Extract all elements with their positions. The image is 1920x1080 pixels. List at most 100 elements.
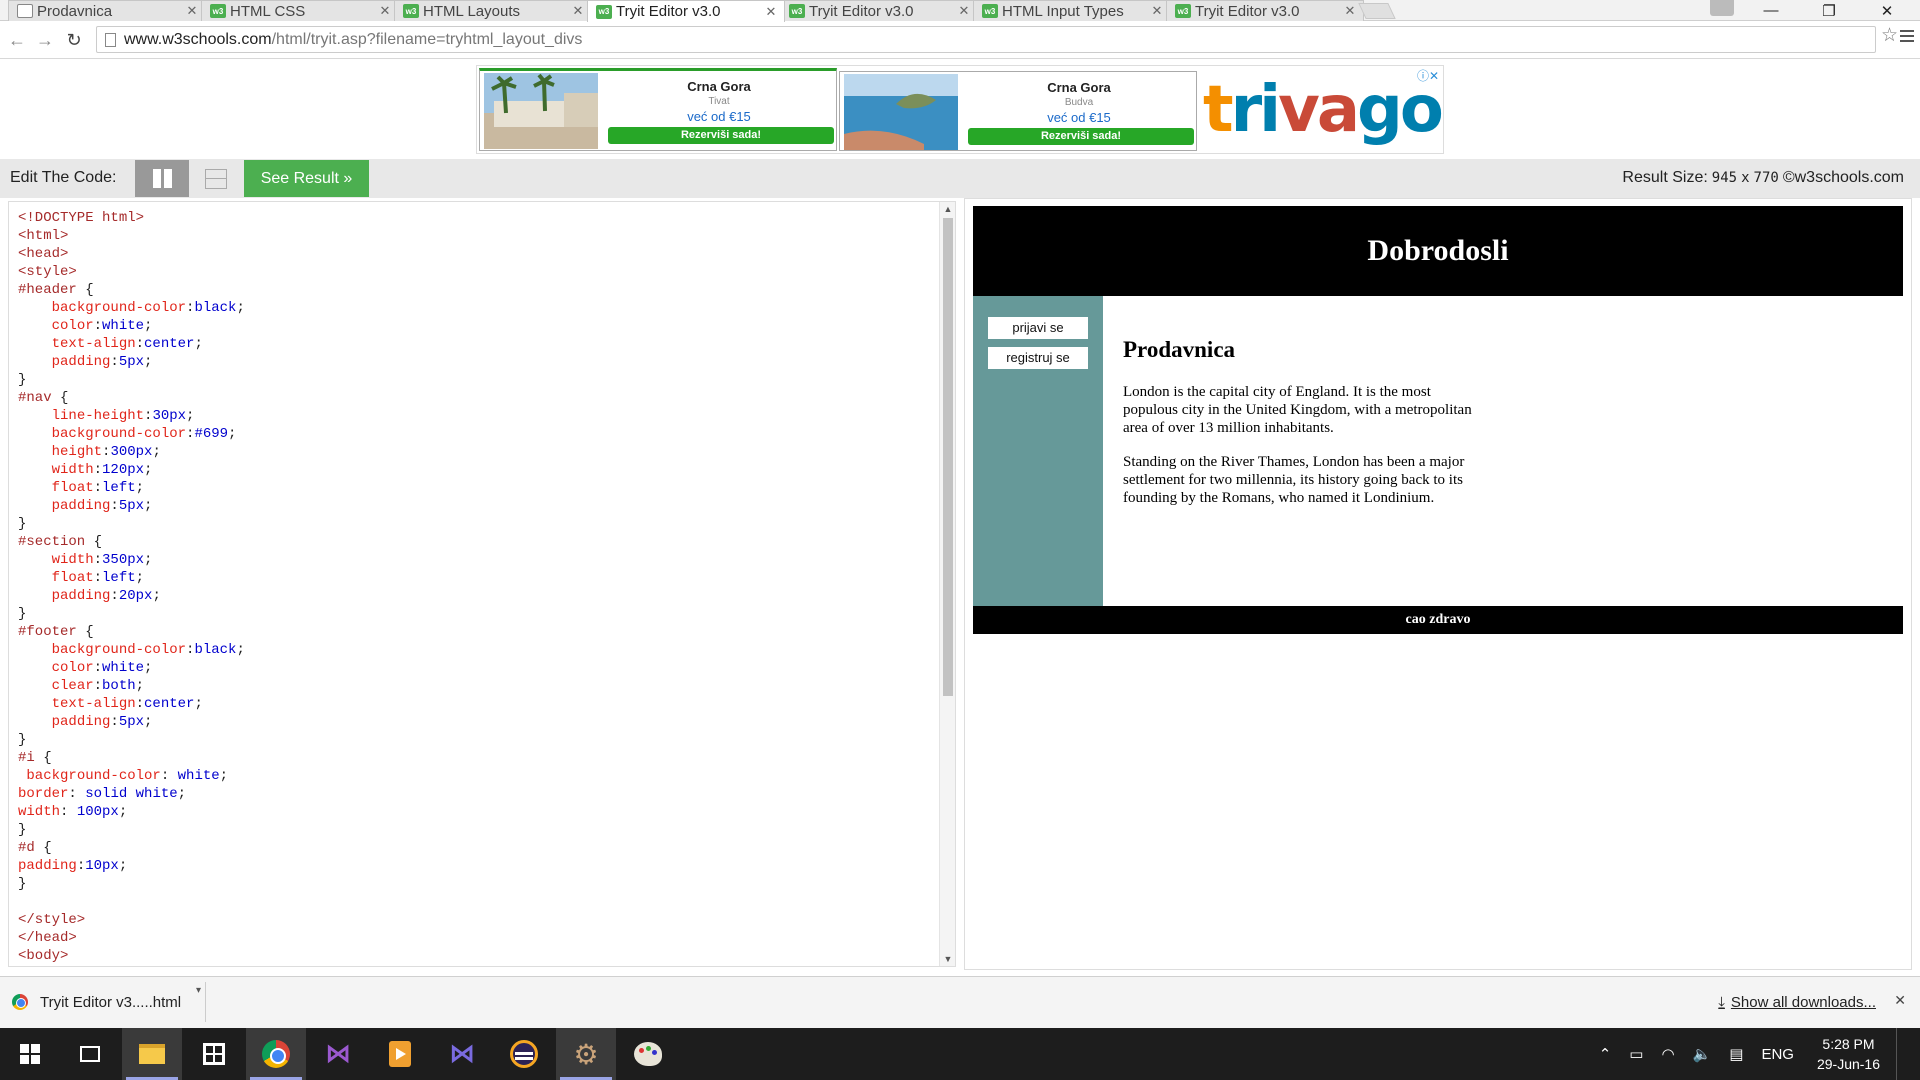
code-line[interactable]: padding:5px;	[18, 353, 245, 371]
scroll-thumb[interactable]	[943, 218, 953, 696]
code-line[interactable]: width:120px;	[18, 461, 245, 479]
language-indicator[interactable]: ENG	[1761, 1046, 1794, 1063]
see-result-button[interactable]: See Result »	[244, 160, 369, 197]
wifi-icon[interactable]: ◠	[1661, 1045, 1674, 1063]
chrome-taskbar-button[interactable]	[246, 1028, 306, 1080]
tab-prodavnica[interactable]: Prodavnica ✕	[8, 0, 206, 21]
ad-book-button[interactable]: Rezerviši sada!	[608, 127, 834, 144]
code-line[interactable]: text-align:center;	[18, 695, 245, 713]
ad-hotel-card[interactable]: Crna Gora Budva već od €15 Rezerviši sad…	[839, 71, 1197, 151]
code-line[interactable]: color:white;	[18, 317, 245, 335]
trivago-ad[interactable]: Crna Gora Tivat već od €15 Rezerviši sad…	[476, 65, 1444, 154]
battery-icon[interactable]: ▭	[1629, 1045, 1643, 1063]
code-line[interactable]	[18, 893, 245, 911]
code-line[interactable]: float:left;	[18, 569, 245, 587]
forward-icon[interactable]: →	[33, 29, 57, 51]
show-all-downloads-link[interactable]: ⤓ Show all downloads...	[1718, 994, 1876, 1011]
scroll-up-icon[interactable]: ▲	[940, 202, 955, 216]
code-line[interactable]: line-height:30px;	[18, 407, 245, 425]
restore-icon[interactable]: ❐	[1806, 0, 1852, 21]
code-line[interactable]: padding:5px;	[18, 713, 245, 731]
code-line[interactable]: #footer {	[18, 623, 245, 641]
scroll-down-icon[interactable]: ▼	[940, 952, 955, 966]
code-line[interactable]: </style>	[18, 911, 245, 929]
close-icon[interactable]: ✕	[764, 4, 778, 20]
code-line[interactable]: #header {	[18, 281, 245, 299]
login-button[interactable]: prijavi se	[988, 317, 1088, 339]
code-editor[interactable]: <!DOCTYPE html> <html> <head> <style> #heade…	[8, 201, 956, 967]
code-line[interactable]: #d {	[18, 839, 245, 857]
ad-book-button[interactable]: Rezerviši sada!	[968, 128, 1194, 145]
rows-layout-button[interactable]	[189, 160, 243, 197]
code-line[interactable]: <head>	[18, 245, 245, 263]
code-line[interactable]: float:left;	[18, 479, 245, 497]
chevron-up-icon[interactable]: ⌃	[1599, 1045, 1612, 1063]
close-icon[interactable]: ✕	[1150, 3, 1164, 19]
code-line[interactable]: text-align:center;	[18, 335, 245, 353]
eclipse-button[interactable]	[494, 1028, 554, 1080]
visual-studio-2-button[interactable]: ⋈	[432, 1028, 492, 1080]
register-button[interactable]: registruj se	[988, 347, 1088, 369]
close-window-icon[interactable]: ✕	[1864, 0, 1910, 21]
code-line[interactable]: #section {	[18, 533, 245, 551]
code-line[interactable]: }	[18, 515, 245, 533]
code-line[interactable]: background-color:black;	[18, 299, 245, 317]
adchoices-icon[interactable]: ⓘ✕	[1417, 67, 1439, 84]
code-line[interactable]: }	[18, 731, 245, 749]
code-line[interactable]: }	[18, 875, 245, 893]
task-view-button[interactable]	[60, 1028, 120, 1080]
code-line[interactable]: padding:10px;	[18, 857, 245, 875]
code-text[interactable]: <!DOCTYPE html> <html> <head> <style> #heade…	[18, 209, 245, 965]
code-line[interactable]: </head>	[18, 929, 245, 947]
code-line[interactable]: width: 100px;	[18, 803, 245, 821]
action-center-icon[interactable]: ▤	[1729, 1045, 1743, 1063]
download-menu-icon[interactable]: ▾	[196, 985, 201, 996]
code-line[interactable]: height:300px;	[18, 443, 245, 461]
code-line[interactable]: background-color:#699;	[18, 425, 245, 443]
new-tab-button[interactable]	[1358, 3, 1396, 19]
code-line[interactable]: }	[18, 371, 245, 389]
code-line[interactable]: background-color: white;	[18, 767, 245, 785]
close-shelf-icon[interactable]: ✕	[1894, 992, 1906, 1009]
code-line[interactable]: clear:both;	[18, 677, 245, 695]
minimize-icon[interactable]: —	[1748, 0, 1794, 21]
tab-tryit-editor-active[interactable]: w3 Tryit Editor v3.0 ✕	[587, 0, 785, 22]
file-explorer-button[interactable]	[122, 1028, 182, 1080]
code-line[interactable]: <html>	[18, 227, 245, 245]
start-button[interactable]	[0, 1028, 60, 1080]
code-line[interactable]: <body>	[18, 947, 245, 965]
chrome-menu-icon[interactable]	[1900, 30, 1914, 45]
close-icon[interactable]: ✕	[571, 3, 585, 19]
columns-layout-button[interactable]	[135, 160, 189, 197]
tab-html-css[interactable]: w3 HTML CSS ✕	[201, 0, 399, 21]
code-line[interactable]: border: solid white;	[18, 785, 245, 803]
code-line[interactable]: background-color:black;	[18, 641, 245, 659]
tab-html-input-types[interactable]: w3 HTML Input Types ✕	[973, 0, 1171, 21]
code-line[interactable]: <style>	[18, 263, 245, 281]
code-line[interactable]: #i {	[18, 749, 245, 767]
address-bar[interactable]: www.w3schools.com/html/tryit.asp?filenam…	[96, 26, 1876, 53]
reload-icon[interactable]: ↻	[62, 29, 86, 51]
page-info-icon[interactable]	[105, 32, 116, 47]
close-icon[interactable]: ✕	[957, 3, 971, 19]
paint-button[interactable]	[618, 1028, 678, 1080]
visual-studio-button[interactable]: ⋈	[308, 1028, 368, 1080]
back-icon[interactable]: ←	[5, 29, 29, 51]
store-button[interactable]	[184, 1028, 244, 1080]
volume-icon[interactable]: 🔈	[1693, 1045, 1712, 1063]
close-icon[interactable]: ✕	[1343, 3, 1357, 19]
code-line[interactable]: width:350px;	[18, 551, 245, 569]
code-line[interactable]: #nav {	[18, 389, 245, 407]
code-scrollbar[interactable]: ▲ ▼	[939, 202, 955, 966]
code-line[interactable]: <!DOCTYPE html>	[18, 209, 245, 227]
close-icon[interactable]: ✕	[185, 3, 199, 19]
tab-html-layouts[interactable]: w3 HTML Layouts ✕	[394, 0, 592, 21]
code-line[interactable]: padding:5px;	[18, 497, 245, 515]
settings-app-button[interactable]: ⚙	[556, 1028, 616, 1080]
ad-hotel-card[interactable]: Crna Gora Tivat već od €15 Rezerviši sad…	[479, 68, 837, 151]
trivago-logo[interactable]: trivago	[1203, 70, 1444, 150]
code-line[interactable]: }	[18, 605, 245, 623]
code-line[interactable]: color:white;	[18, 659, 245, 677]
download-item[interactable]: Tryit Editor v3.....html	[6, 982, 206, 1022]
tab-tryit-editor-3[interactable]: w3 Tryit Editor v3.0 ✕	[1166, 0, 1364, 21]
